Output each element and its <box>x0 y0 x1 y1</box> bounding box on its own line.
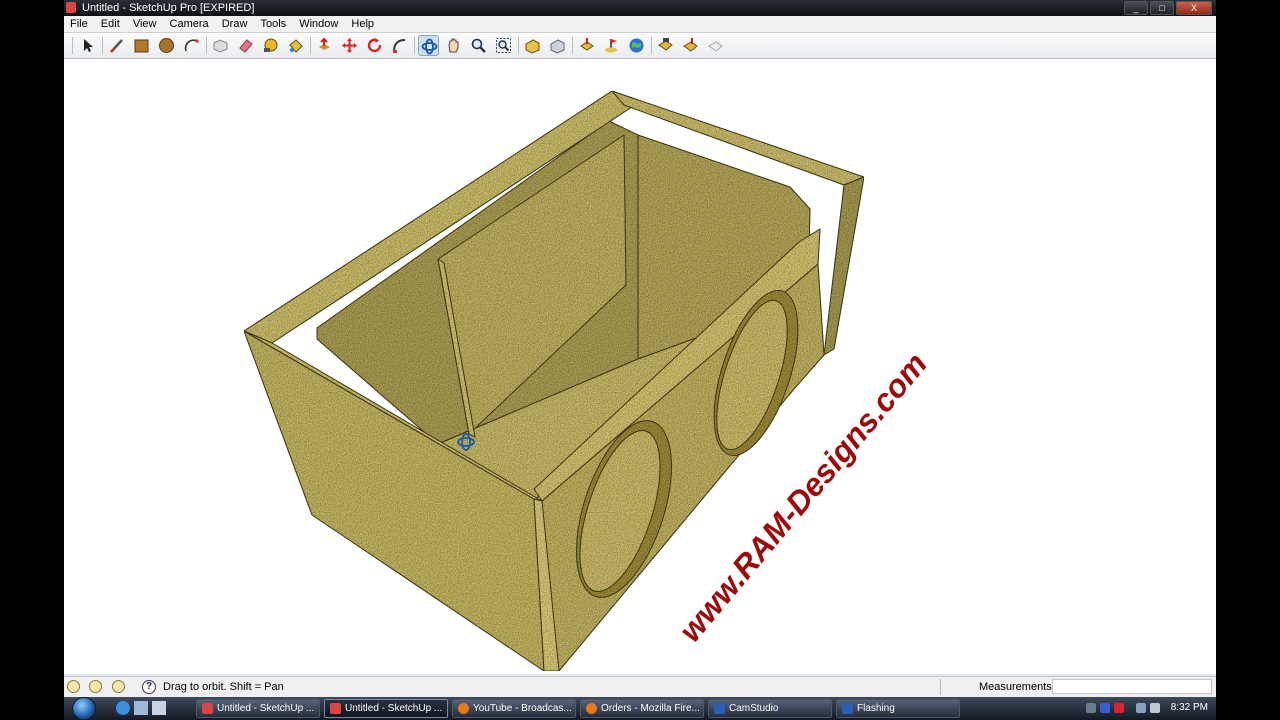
menu-edit[interactable]: Edit <box>97 16 124 32</box>
menu-help[interactable]: Help <box>347 16 378 32</box>
taskbar-camstudio[interactable]: CamStudio <box>708 699 832 718</box>
toolbar-separator <box>414 37 415 54</box>
3d-warehouse-icon[interactable] <box>522 35 543 56</box>
toolbar-separator <box>102 37 103 54</box>
toolbar-separator <box>518 37 519 54</box>
measurements-input[interactable] <box>1052 679 1212 694</box>
toolbar-separator <box>72 37 73 54</box>
zoom-icon[interactable] <box>468 35 489 56</box>
minimize-button[interactable]: _ <box>1124 1 1148 15</box>
right-side-panel <box>823 176 865 356</box>
tape-measure-icon[interactable] <box>260 35 281 56</box>
ie-quicklaunch-icon[interactable] <box>116 701 130 715</box>
menu-file[interactable]: File <box>66 16 92 32</box>
toolbar-separator <box>651 37 652 54</box>
window-icon <box>842 703 853 714</box>
push-pull-icon[interactable] <box>314 35 335 56</box>
menu-tools[interactable]: Tools <box>256 16 290 32</box>
show-desktop-icon[interactable] <box>134 701 148 715</box>
line-tool-icon[interactable] <box>106 35 127 56</box>
taskbar-sketchup-1[interactable]: Untitled - SketchUp ... <box>196 699 320 718</box>
add-location-icon[interactable] <box>601 35 622 56</box>
geo-location-icon[interactable] <box>67 680 80 693</box>
move-icon[interactable] <box>339 35 360 56</box>
close-button[interactable]: X <box>1176 1 1212 15</box>
arc-tool-icon[interactable] <box>181 35 202 56</box>
measurements-label: Measurements <box>979 681 1052 693</box>
status-divider <box>940 679 941 695</box>
start-button[interactable] <box>72 697 96 720</box>
window-title: Untitled - SketchUp Pro [EXPIRED] <box>82 2 255 14</box>
rotate-icon[interactable] <box>364 35 385 56</box>
zoom-extents-icon[interactable] <box>493 35 514 56</box>
photo-textures-icon[interactable] <box>655 35 676 56</box>
switch-windows-icon[interactable] <box>152 701 166 715</box>
subwoofer-box-model: www.RAM-Designs.com <box>243 90 934 672</box>
taskbar-orders-firefox[interactable]: Orders - Mozilla Fire... <box>580 699 704 718</box>
help-icon[interactable]: ? <box>142 680 156 694</box>
system-tray: 8:32 PM <box>1082 697 1216 720</box>
sketchup-icon <box>202 703 213 714</box>
toolbar-separator <box>206 37 207 54</box>
maximize-button[interactable]: □ <box>1150 1 1174 15</box>
credits-icon[interactable] <box>89 680 102 693</box>
status-hint: Drag to orbit. Shift = Pan <box>163 681 284 693</box>
clock[interactable]: 8:32 PM <box>1171 697 1208 719</box>
menu-bar: File Edit View Camera Draw Tools Window … <box>64 16 1216 33</box>
menu-window[interactable]: Window <box>295 16 342 32</box>
orbit-icon[interactable] <box>418 35 439 56</box>
toolbar <box>64 33 1216 59</box>
sketchup-icon <box>330 703 341 714</box>
menu-camera[interactable]: Camera <box>166 16 213 32</box>
make-component-icon[interactable] <box>210 35 231 56</box>
get-photo-texture-icon[interactable] <box>680 35 701 56</box>
menu-view[interactable]: View <box>129 16 161 32</box>
circle-tool-icon[interactable] <box>156 35 177 56</box>
google-earth-icon[interactable] <box>626 35 647 56</box>
camstudio-icon <box>714 703 725 714</box>
rectangle-tool-icon[interactable] <box>131 35 152 56</box>
taskbar-youtube[interactable]: YouTube - Broadcas... <box>452 699 576 718</box>
share-model-icon[interactable] <box>547 35 568 56</box>
tray-expand-icon[interactable] <box>1086 703 1096 713</box>
title-bar[interactable]: Untitled - SketchUp Pro [EXPIRED] _ □ X <box>64 0 1216 16</box>
toolbar-separator <box>310 37 311 54</box>
pan-hand-icon[interactable] <box>443 35 464 56</box>
status-bar: ? Drag to orbit. Shift = Pan Measurement… <box>64 676 1216 697</box>
user-icon[interactable] <box>112 680 125 693</box>
eraser-icon[interactable] <box>235 35 256 56</box>
volume-icon[interactable] <box>1150 703 1160 713</box>
taskbar-flashing[interactable]: Flashing <box>836 699 960 718</box>
toolbar-separator <box>572 37 573 54</box>
network-icon[interactable] <box>1136 703 1146 713</box>
menu-draw[interactable]: Draw <box>218 16 252 32</box>
taskbar-sketchup-2[interactable]: Untitled - SketchUp ... <box>324 699 448 718</box>
get-models-icon[interactable] <box>576 35 597 56</box>
model-viewport[interactable]: www.RAM-Designs.com <box>64 59 1216 674</box>
tray-security-icon[interactable] <box>1114 703 1124 713</box>
select-tool-icon[interactable] <box>77 35 98 56</box>
firefox-icon <box>586 703 597 714</box>
tray-app-icon[interactable] <box>1100 703 1110 713</box>
paint-bucket-icon[interactable] <box>285 35 306 56</box>
sketchup-window: Untitled - SketchUp Pro [EXPIRED] _ □ X … <box>64 0 1216 720</box>
firefox-icon <box>458 703 469 714</box>
preview-icon[interactable] <box>705 35 726 56</box>
follow-me-icon[interactable] <box>389 35 410 56</box>
windows-taskbar: Untitled - SketchUp ... Untitled - Sketc… <box>64 697 1216 720</box>
sketchup-app-icon <box>66 2 76 13</box>
